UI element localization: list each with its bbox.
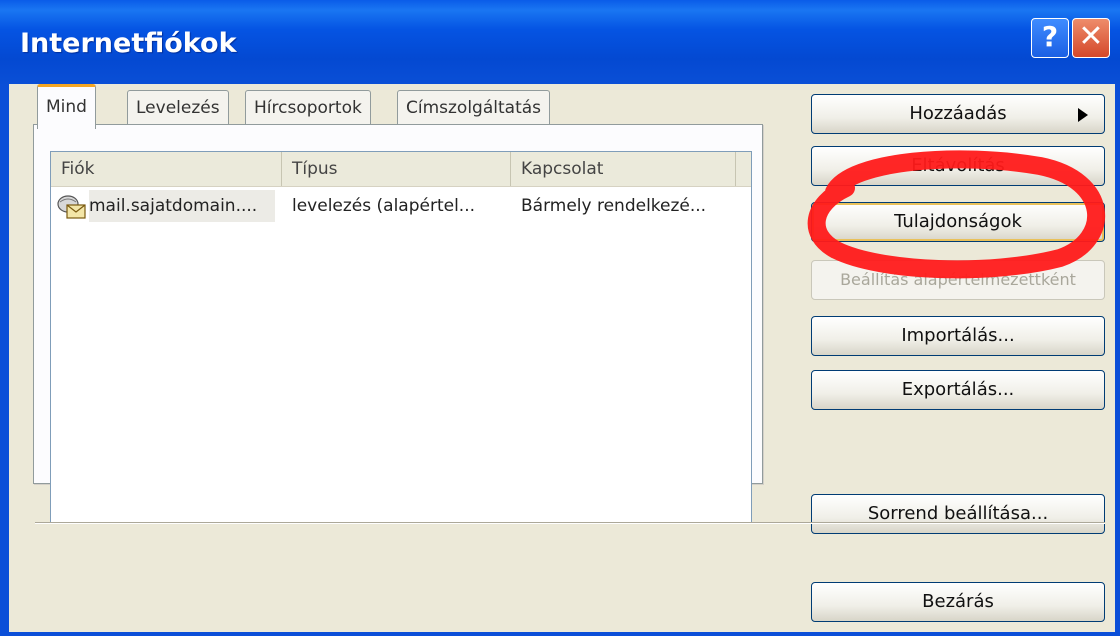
account-connection: Bármely rendelkezé... (521, 196, 707, 216)
listview-header: Fiók Típus Kapcsolat (51, 152, 751, 187)
column-header-account[interactable]: Fiók (51, 152, 282, 186)
tab-cimszolgaltatas[interactable]: Címszolgáltatás (397, 90, 551, 125)
dialog-window: Internetfiókok ? ✕ Mind Levelezés Hírcso… (0, 0, 1120, 636)
window-title: Internetfiókok (20, 28, 237, 59)
account-type: levelezés (alapértel... (292, 196, 476, 216)
account-name: mail.sajatdomain.... (89, 190, 275, 222)
tab-panel: Fiók Típus Kapcsolat mail.sajatdomain...… (33, 124, 763, 523)
close-button[interactable]: Bezárás (811, 582, 1105, 622)
submenu-arrow-icon (1078, 108, 1088, 122)
tab-levelezes[interactable]: Levelezés (127, 90, 229, 125)
tab-mind[interactable]: Mind (37, 84, 96, 129)
import-button[interactable]: Importálás... (811, 316, 1105, 356)
column-header-connection[interactable]: Kapcsolat (511, 152, 736, 186)
remove-button[interactable]: Eltávolítás (811, 146, 1105, 186)
add-button-label: Hozzáadás (909, 103, 1007, 124)
column-header-type[interactable]: Típus (282, 152, 511, 186)
export-button[interactable]: Exportálás... (811, 370, 1105, 410)
properties-button[interactable]: Tulajdonságok (811, 202, 1105, 242)
list-item[interactable]: mail.sajatdomain.... levelezés (alapérte… (51, 190, 751, 222)
title-bar[interactable]: Internetfiókok ? ✕ (0, 0, 1120, 84)
separator (35, 522, 1105, 524)
dialog-client-area: Mind Levelezés Hírcsoportok Címszolgálta… (6, 84, 1118, 636)
accounts-listview[interactable]: Fiók Típus Kapcsolat mail.sajatdomain...… (50, 151, 752, 523)
help-button[interactable]: ? (1031, 18, 1069, 58)
order-button[interactable]: Sorrend beállítása... (811, 494, 1105, 534)
tab-hircsoportok[interactable]: Hírcsoportok (245, 90, 371, 125)
mail-account-icon (57, 194, 87, 220)
add-button[interactable]: Hozzáadás (811, 94, 1105, 134)
close-window-button[interactable]: ✕ (1072, 18, 1110, 58)
set-default-button[interactable]: Beállítás alapértelmezettként (811, 260, 1105, 300)
